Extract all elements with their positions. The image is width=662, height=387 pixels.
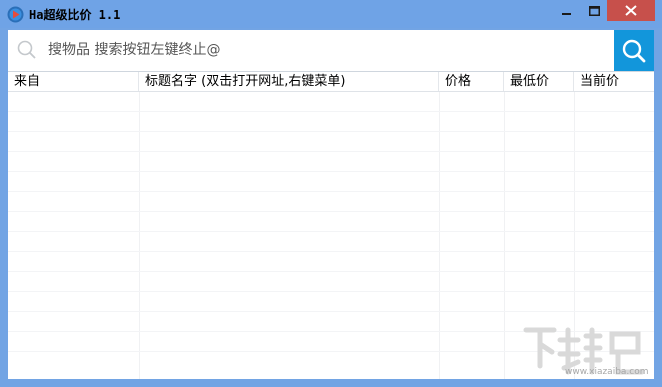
close-button[interactable] bbox=[607, 0, 655, 21]
row-divider bbox=[8, 131, 654, 132]
app-window: Ha超级比价 1.1 搜物品 搜索按钮左键终止@ 来自 标题名字 (双击打开网址… bbox=[0, 0, 662, 387]
row-divider bbox=[8, 291, 654, 292]
window-title: Ha超级比价 1.1 bbox=[29, 8, 121, 22]
maximize-button[interactable] bbox=[581, 0, 607, 21]
app-logo-icon bbox=[7, 6, 24, 23]
row-divider bbox=[8, 191, 654, 192]
search-icon bbox=[17, 40, 36, 59]
maximize-icon bbox=[588, 5, 600, 16]
column-divider bbox=[439, 92, 440, 379]
column-divider bbox=[504, 92, 505, 379]
title-bar[interactable]: Ha超级比价 1.1 bbox=[0, 0, 662, 28]
minimize-icon bbox=[562, 12, 571, 15]
search-bar bbox=[8, 30, 654, 72]
search-input[interactable] bbox=[48, 38, 608, 62]
column-divider bbox=[139, 92, 140, 379]
row-divider bbox=[8, 171, 654, 172]
search-button[interactable] bbox=[614, 30, 654, 71]
row-divider bbox=[8, 251, 654, 252]
close-icon bbox=[625, 5, 637, 16]
column-header-title[interactable]: 标题名字 (双击打开网址,右键菜单) bbox=[139, 72, 439, 91]
row-divider bbox=[8, 311, 654, 312]
row-divider bbox=[8, 151, 654, 152]
row-divider bbox=[8, 111, 654, 112]
search-icon bbox=[622, 39, 646, 62]
column-header-lowest-price[interactable]: 最低价 bbox=[504, 72, 574, 91]
minimize-button[interactable] bbox=[553, 0, 581, 21]
row-divider bbox=[8, 231, 654, 232]
row-divider bbox=[8, 271, 654, 272]
row-divider bbox=[8, 211, 654, 212]
column-header-source[interactable]: 来自 bbox=[8, 72, 139, 91]
watermark-url: www.xiazaiba.com bbox=[565, 367, 649, 377]
column-header-price[interactable]: 价格 bbox=[439, 72, 504, 91]
column-header-current-price[interactable]: 当前价 bbox=[574, 72, 654, 91]
results-table-header: 来自 标题名字 (双击打开网址,右键菜单) 价格 最低价 当前价 bbox=[8, 72, 654, 92]
